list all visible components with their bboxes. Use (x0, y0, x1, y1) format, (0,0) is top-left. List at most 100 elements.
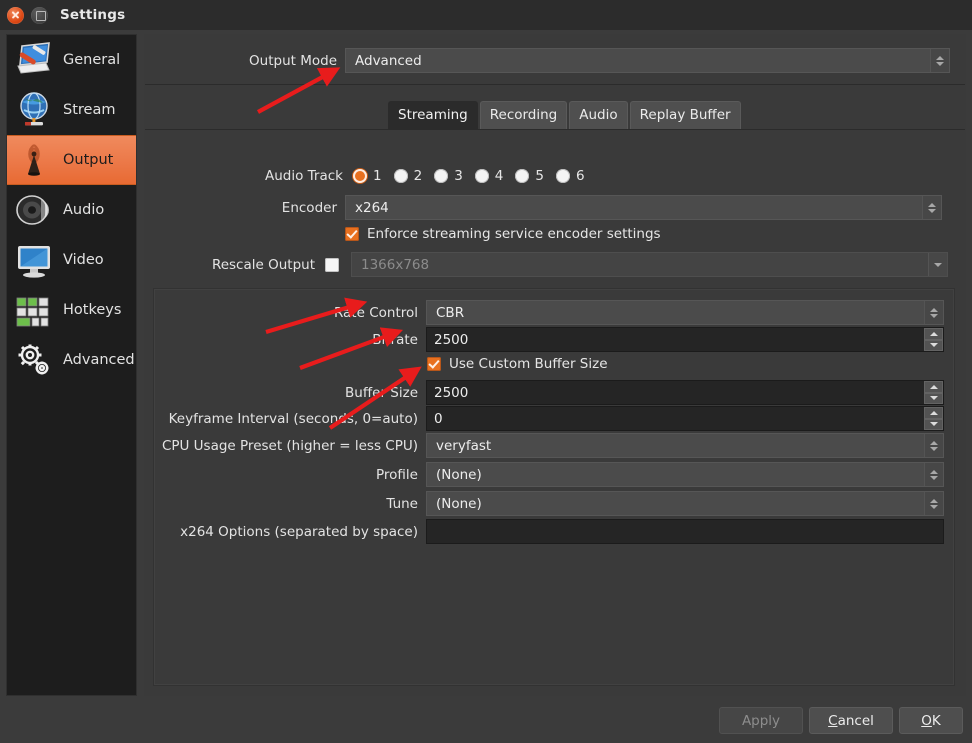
output-mode-combobox[interactable]: Advanced (345, 48, 950, 73)
audio-track-radio-2[interactable] (393, 169, 408, 183)
output-mode-value: Advanced (355, 52, 422, 69)
sidebar-item-audio[interactable]: Audio (7, 185, 136, 235)
chevron-down-icon[interactable] (928, 253, 947, 276)
enforce-encoder-settings-row[interactable]: Enforce streaming service encoder settin… (345, 226, 661, 242)
enforce-encoder-settings-checkbox[interactable] (345, 227, 359, 241)
x264-options-row: x264 Options (separated by space) (145, 519, 944, 544)
profile-label: Profile (376, 466, 418, 483)
rescale-output-value: 1366x768 (361, 256, 430, 273)
output-tabbar: Streaming Recording Audio Replay Buffer (145, 85, 965, 130)
profile-combobox[interactable]: (None) (426, 462, 944, 487)
tune-combobox[interactable]: (None) (426, 491, 944, 516)
profile-row: Profile (None) (145, 462, 944, 487)
tune-row: Tune (None) (145, 491, 944, 516)
buffer-size-spinbox[interactable]: 2500 (426, 380, 944, 405)
cpu-usage-preset-label: CPU Usage Preset (higher = less CPU) (161, 437, 418, 454)
sidebar-item-label: Video (63, 252, 104, 268)
sidebar-item-advanced[interactable]: Advanced (7, 335, 136, 385)
streaming-tab-content: Audio Track 1 2 3 4 5 6 Encoder x264 Enf… (145, 130, 965, 694)
tab-recording[interactable]: Recording (479, 101, 568, 129)
audio-track-row: Audio Track 1 2 3 4 5 6 (145, 168, 597, 184)
sidebar-item-hotkeys[interactable]: Hotkeys (7, 285, 136, 335)
buffer-size-stepper[interactable] (924, 381, 943, 404)
bitrate-stepper[interactable] (924, 328, 943, 351)
cpu-usage-preset-value: veryfast (436, 437, 492, 454)
audio-track-radio-label-3: 3 (454, 168, 463, 184)
audio-track-radio-3[interactable] (434, 169, 449, 183)
keyframe-interval-row: Keyframe Interval (seconds, 0=auto) 0 (145, 406, 944, 431)
chevron-updown-icon[interactable] (922, 196, 941, 219)
close-icon[interactable] (7, 6, 24, 24)
bitrate-label: Bitrate (372, 331, 418, 348)
audio-track-radio-5[interactable] (515, 169, 530, 183)
encoder-label: Encoder (281, 199, 337, 216)
apply-button[interactable]: Apply (719, 707, 803, 734)
audio-track-radio-6[interactable] (555, 169, 570, 183)
chevron-updown-icon[interactable] (924, 434, 943, 457)
sidebar-item-label: Output (63, 152, 114, 168)
cancel-button[interactable]: Cancel (809, 707, 893, 734)
tab-audio[interactable]: Audio (569, 101, 628, 129)
sidebar-item-output[interactable]: Output (7, 135, 136, 185)
sidebar-item-label: General (63, 52, 121, 68)
output-icon (13, 139, 55, 181)
audio-track-radio-1[interactable] (353, 169, 367, 183)
bitrate-row: Bitrate 2500 (145, 327, 944, 352)
rate-control-value: CBR (436, 304, 465, 321)
bitrate-spinbox[interactable]: 2500 (426, 327, 944, 352)
ok-button-label-rest: K (931, 712, 941, 729)
keyframe-interval-label: Keyframe Interval (seconds, 0=auto) (168, 410, 418, 427)
stream-icon (13, 89, 55, 131)
audio-icon (13, 189, 55, 231)
x264-options-label: x264 Options (separated by space) (180, 523, 418, 540)
chevron-updown-icon[interactable] (924, 301, 943, 324)
x264-options-input[interactable] (426, 519, 944, 544)
rescale-output-row: Rescale Output 1366x768 (145, 252, 948, 277)
chevron-updown-icon[interactable] (930, 49, 949, 72)
encoder-row: Encoder x264 (145, 195, 942, 220)
rescale-output-combobox[interactable]: 1366x768 (351, 252, 948, 277)
sidebar-item-general[interactable]: General (7, 35, 136, 85)
window-title: Settings (60, 7, 126, 23)
tune-value: (None) (436, 495, 482, 512)
rate-control-label: Rate Control (333, 304, 418, 321)
sidebar-item-label: Hotkeys (63, 302, 122, 318)
encoder-combobox[interactable]: x264 (345, 195, 942, 220)
settings-main-panel: Output Mode Advanced Streaming Recording… (144, 34, 966, 696)
keyframe-interval-spinbox[interactable]: 0 (426, 406, 944, 431)
enforce-encoder-settings-label: Enforce streaming service encoder settin… (367, 226, 661, 242)
rescale-output-checkbox[interactable] (325, 257, 339, 272)
buffer-size-row: Buffer Size 2500 (145, 380, 944, 405)
title-bar: Settings (0, 0, 972, 30)
sidebar-item-label: Audio (63, 202, 105, 218)
sidebar-item-stream[interactable]: Stream (7, 85, 136, 135)
buffer-size-label: Buffer Size (345, 384, 418, 401)
audio-track-radio-label-6: 6 (575, 168, 585, 184)
tab-streaming[interactable]: Streaming (388, 101, 478, 129)
hotkeys-icon (13, 289, 55, 331)
use-custom-buffer-size-checkbox[interactable] (427, 357, 441, 371)
tune-label: Tune (386, 495, 418, 512)
advanced-icon (13, 339, 55, 381)
ok-button[interactable]: OK (899, 707, 963, 734)
use-custom-buffer-size-row[interactable]: Use Custom Buffer Size (427, 356, 608, 372)
audio-track-radio-label-5: 5 (535, 168, 544, 184)
rescale-output-label: Rescale Output (211, 256, 315, 273)
keyframe-interval-stepper[interactable] (924, 407, 943, 430)
output-mode-row: Output Mode Advanced (145, 35, 965, 85)
sidebar-item-label: Advanced (63, 352, 135, 368)
sidebar-item-video[interactable]: Video (7, 235, 136, 285)
cpu-usage-preset-row: CPU Usage Preset (higher = less CPU) ver… (145, 433, 944, 458)
buffer-size-value: 2500 (434, 384, 469, 401)
encoder-value: x264 (355, 199, 389, 216)
rate-control-combobox[interactable]: CBR (426, 300, 944, 325)
settings-sidebar: General Stream Output Audio Video Hotkey… (6, 34, 137, 696)
use-custom-buffer-size-label: Use Custom Buffer Size (449, 356, 608, 372)
cpu-usage-preset-combobox[interactable]: veryfast (426, 433, 944, 458)
chevron-updown-icon[interactable] (924, 492, 943, 515)
maximize-icon[interactable] (31, 6, 48, 24)
chevron-updown-icon[interactable] (924, 463, 943, 486)
tab-replay-buffer[interactable]: Replay Buffer (629, 101, 741, 129)
bitrate-value: 2500 (434, 331, 469, 348)
audio-track-radio-4[interactable] (474, 169, 489, 183)
